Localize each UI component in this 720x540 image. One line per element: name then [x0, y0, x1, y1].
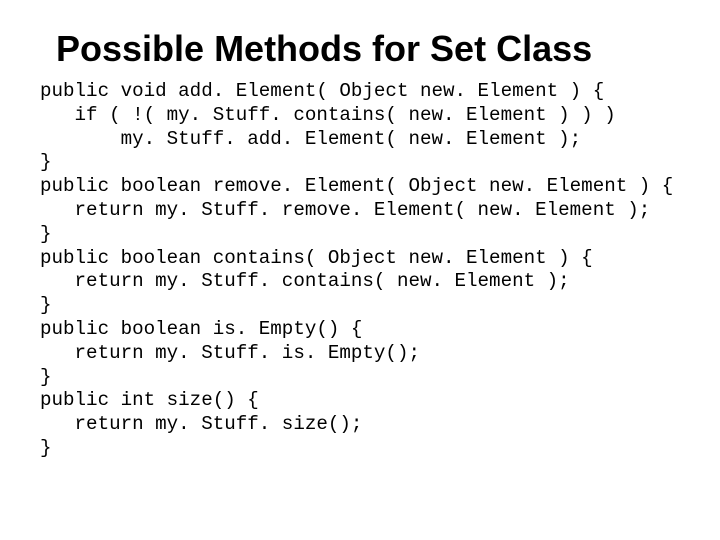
slide-title: Possible Methods for Set Class: [56, 28, 682, 70]
code-block: public void add. Element( Object new. El…: [40, 80, 682, 461]
slide: Possible Methods for Set Class public vo…: [0, 0, 720, 461]
